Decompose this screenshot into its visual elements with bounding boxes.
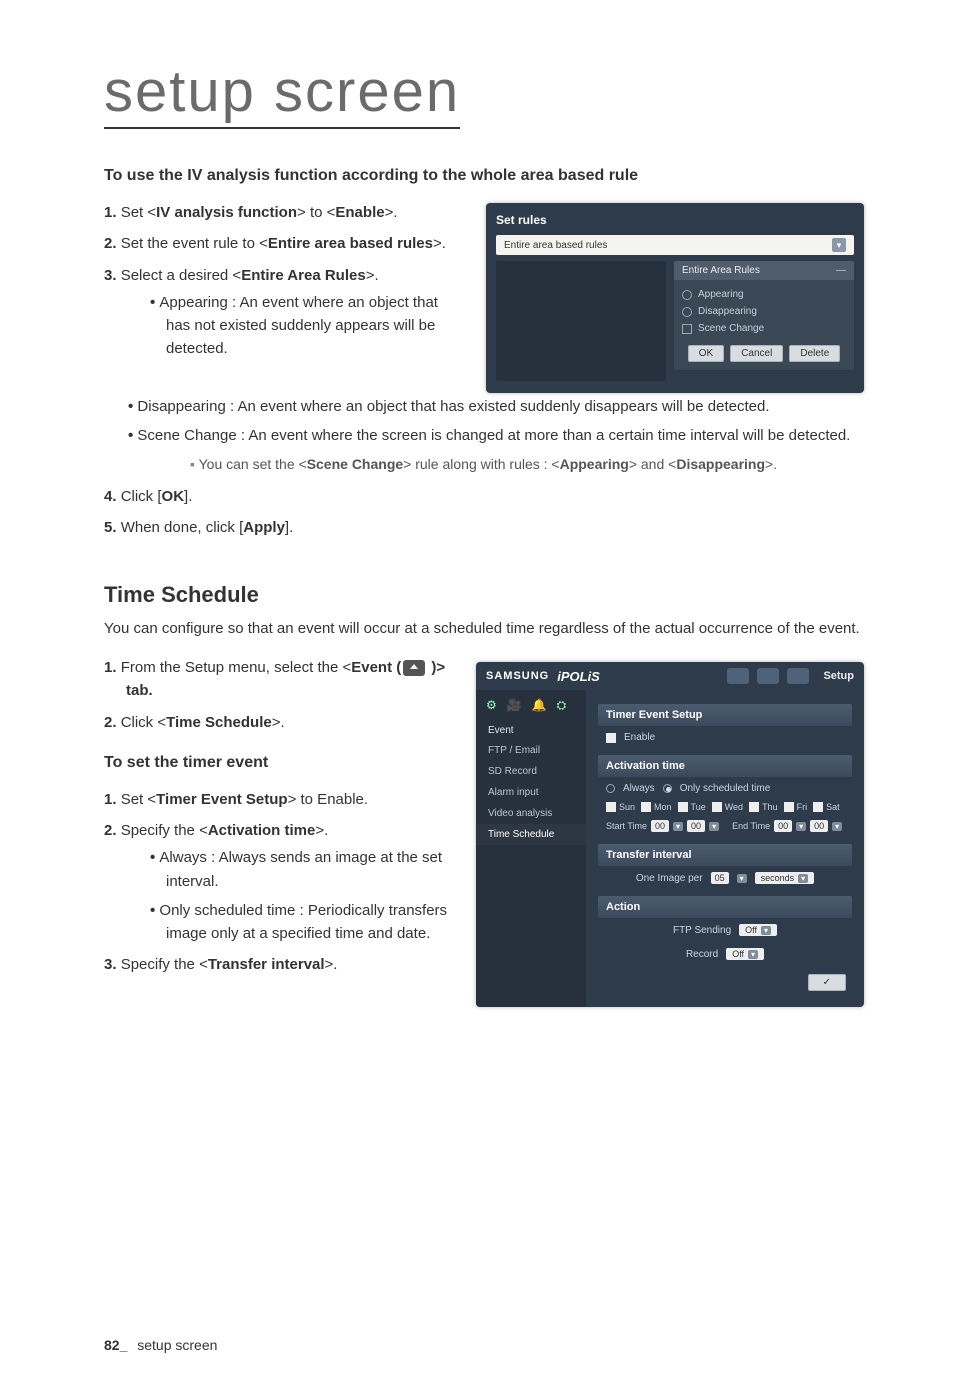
enable-label: Enable: [624, 732, 655, 743]
day-tue[interactable]: Tue: [678, 802, 706, 812]
brand-samsung: SAMSUNG: [486, 670, 549, 682]
sidebar-item-video-analysis[interactable]: Video analysis: [476, 803, 586, 824]
end-time-label: End Time: [732, 821, 770, 831]
section1-heading: To use the IV analysis function accordin…: [104, 167, 864, 185]
step-1: 1. Set <IV analysis function> to <Enable…: [104, 201, 466, 224]
enable-checkbox[interactable]: [606, 733, 616, 743]
panel-timer-event-setup: Timer Event Setup: [598, 704, 852, 726]
ts-step-2: 2. Click <Time Schedule>.: [104, 711, 456, 734]
record-select[interactable]: Off▾: [726, 948, 764, 960]
checkbox-icon: [682, 324, 692, 334]
radio-icon: [682, 307, 692, 317]
tab-monitoring-icon[interactable]: [727, 668, 749, 684]
timer-event-setup-screenshot: SAMSUNG iPOLiS Setup ⚙ 🎥 🔔 ⛭: [476, 662, 864, 1007]
sidebar-icon[interactable]: 🔔: [532, 698, 547, 713]
minimize-icon[interactable]: —: [836, 265, 846, 276]
panel-title: Entire Area Rules: [682, 265, 760, 276]
step-3: 3. Select a desired <Entire Area Rules>.…: [104, 264, 466, 361]
interval-value-select[interactable]: 05: [711, 872, 729, 884]
start-hour-select[interactable]: 00: [651, 820, 669, 832]
sidebar-item-sd-record[interactable]: SD Record: [476, 761, 586, 782]
sidebar-icon[interactable]: ⛭: [557, 698, 567, 713]
sidebar-icon[interactable]: 🎥: [507, 698, 522, 713]
page-title: setup screen: [104, 58, 460, 125]
end-min-select[interactable]: 00: [810, 820, 828, 832]
transfer-interval-pre: One Image per: [636, 873, 703, 884]
bullet-disappearing: Disappearing : An event where an object …: [104, 395, 864, 418]
chevron-down-icon: ▾: [748, 950, 758, 959]
day-checkboxes: Sun Mon Tue Wed Thu Fri Sat: [598, 800, 852, 814]
bullet-only-scheduled: Only scheduled time : Periodically trans…: [126, 899, 456, 946]
step-4: 4. Click [OK].: [104, 485, 864, 508]
ftp-sending-select[interactable]: Off▾: [739, 924, 777, 936]
footer-label: setup screen: [137, 1337, 217, 1353]
panel-action: Action: [598, 896, 852, 918]
chevron-down-icon: ▾: [832, 822, 842, 831]
apply-button[interactable]: ✓: [808, 974, 846, 991]
tse-step-3: 3. Specify the <Transfer interval>.: [104, 953, 456, 976]
chevron-down-icon: ▾: [798, 874, 808, 883]
step-5: 5. When done, click [Apply].: [104, 516, 864, 539]
brand-ipolis: iPOLiS: [557, 669, 600, 684]
ftp-sending-label: FTP Sending: [673, 925, 731, 936]
panel-transfer-interval: Transfer interval: [598, 844, 852, 866]
radio-icon: [682, 290, 692, 300]
sub-bullet-scene-change-note: You can set the <Scene Change> rule alon…: [144, 454, 864, 476]
sidebar-item-alarm-input[interactable]: Alarm input: [476, 782, 586, 803]
chevron-down-icon: ▾: [796, 822, 806, 831]
delete-button[interactable]: Delete: [789, 345, 840, 362]
sidebar: ⚙ 🎥 🔔 ⛭ Event FTP / Email SD Record Alar…: [476, 690, 586, 1007]
dialog-title: Set rules: [496, 213, 854, 227]
day-fri[interactable]: Fri: [784, 802, 808, 812]
rule-type-select[interactable]: Entire area based rules ▾: [496, 235, 854, 255]
bullet-scene-change: Scene Change : An event where the screen…: [104, 424, 864, 475]
page-footer: 82_ setup screen: [104, 1337, 217, 1353]
sidebar-icon[interactable]: ⚙: [486, 698, 497, 713]
tab-playback-icon[interactable]: [757, 668, 779, 684]
set-rules-dialog: Set rules Entire area based rules ▾ Enti…: [486, 203, 864, 393]
tse-step-1: 1. Set <Timer Event Setup> to Enable.: [104, 788, 456, 811]
tse-step-2: 2. Specify the <Activation time>. Always…: [104, 819, 456, 945]
chevron-down-icon: ▾: [673, 822, 683, 831]
day-sat[interactable]: Sat: [813, 802, 840, 812]
chevron-down-icon: ▾: [737, 874, 747, 883]
sidebar-item-time-schedule[interactable]: Time Schedule: [476, 824, 586, 845]
bullet-always: Always : Always sends an image at the se…: [126, 846, 456, 893]
preview-area: [496, 261, 666, 381]
day-mon[interactable]: Mon: [641, 802, 672, 812]
chevron-down-icon: ▾: [709, 822, 719, 831]
section1-steps: 1. Set <IV analysis function> to <Enable…: [104, 201, 466, 361]
step-2: 2. Set the event rule to <Entire area ba…: [104, 232, 466, 255]
start-time-label: Start Time: [606, 821, 647, 831]
tab-setup-icon[interactable]: [787, 668, 809, 684]
cancel-button[interactable]: Cancel: [730, 345, 783, 362]
chevron-down-icon: ▾: [761, 926, 771, 935]
day-wed[interactable]: Wed: [712, 802, 743, 812]
time-schedule-heading: Time Schedule: [104, 582, 864, 608]
radio-only-scheduled[interactable]: [663, 784, 672, 793]
event-tab-icon: [403, 660, 425, 676]
radio-always[interactable]: [606, 784, 615, 793]
sidebar-heading-event: Event: [476, 721, 586, 740]
time-schedule-intro: You can configure so that an event will …: [104, 618, 864, 641]
page-number: 82_: [104, 1337, 127, 1353]
option-disappearing[interactable]: Disappearing: [682, 303, 846, 320]
option-scene-change[interactable]: Scene Change: [682, 320, 846, 337]
chevron-down-icon: ▾: [832, 238, 846, 252]
interval-unit-select[interactable]: seconds▾: [755, 872, 815, 884]
to-set-timer-heading: To set the timer event: [104, 754, 456, 772]
ts-step-1: 1. From the Setup menu, select the <Even…: [104, 656, 456, 703]
panel-activation-time: Activation time: [598, 755, 852, 777]
bullet-appearing: Appearing : An event where an object tha…: [126, 291, 466, 361]
start-min-select[interactable]: 00: [687, 820, 705, 832]
option-appearing[interactable]: Appearing: [682, 286, 846, 303]
sidebar-item-ftp-email[interactable]: FTP / Email: [476, 740, 586, 761]
record-label: Record: [686, 949, 718, 960]
ok-button[interactable]: OK: [688, 345, 724, 362]
day-thu[interactable]: Thu: [749, 802, 778, 812]
tab-setup-label: Setup: [823, 670, 854, 682]
end-hour-select[interactable]: 00: [774, 820, 792, 832]
day-sun[interactable]: Sun: [606, 802, 635, 812]
